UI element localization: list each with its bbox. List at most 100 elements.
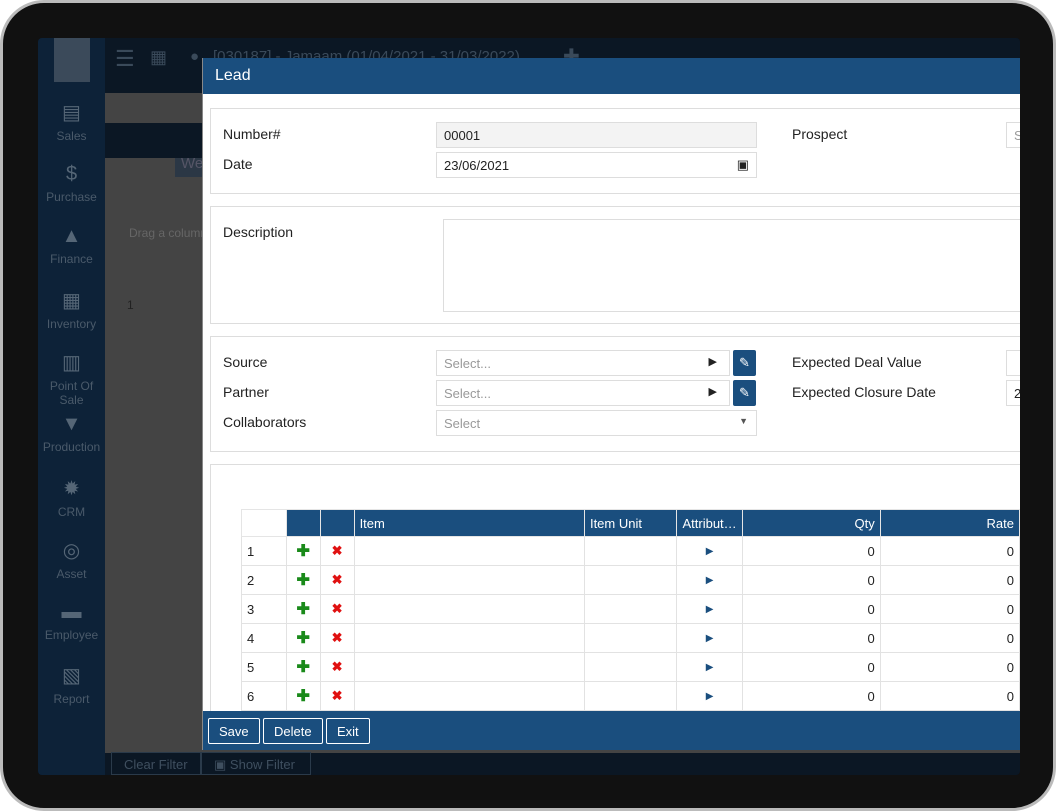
item-unit-cell[interactable] (583, 623, 678, 653)
delete-row-icon[interactable]: ✖ (319, 681, 355, 711)
sidebar-item-inventory[interactable]: ▦ Inventory (38, 288, 105, 331)
rate-cell[interactable]: 0 (879, 652, 1020, 682)
qty-cell[interactable]: 0 (741, 623, 881, 653)
qty-cell[interactable]: 0 (741, 594, 881, 624)
column-header-qty[interactable]: Qty (741, 509, 881, 537)
rate-cell[interactable]: 0 (879, 565, 1020, 595)
delete-row-icon[interactable]: ✖ (319, 536, 355, 566)
sidebar-item-employee[interactable]: ▬ Employee (38, 601, 105, 642)
item-unit-cell[interactable] (583, 536, 678, 566)
item-unit-cell[interactable] (583, 594, 678, 624)
deal-value-field[interactable] (1006, 350, 1020, 376)
clear-filter-button[interactable]: Clear Filter (111, 752, 201, 775)
delete-row-icon[interactable]: ✖ (319, 565, 355, 595)
item-unit-cell[interactable] (583, 565, 678, 595)
source-select[interactable]: Select... ▶ (436, 350, 730, 376)
add-row-icon[interactable]: ✚ (285, 536, 321, 566)
exit-button[interactable]: Exit (326, 718, 370, 744)
date-field[interactable]: 23/06/2021 ▣ (436, 152, 757, 178)
add-row-icon[interactable]: ✚ (285, 565, 321, 595)
rate-cell[interactable]: 0 (879, 536, 1020, 566)
chevron-circle-icon[interactable]: ● (190, 48, 199, 65)
delete-button[interactable]: Delete (263, 718, 323, 744)
row-number: 5 (241, 652, 287, 682)
sidebar-item-crm[interactable]: ✹ CRM (38, 476, 105, 519)
add-row-icon[interactable]: ✚ (285, 594, 321, 624)
attribute-caret-icon[interactable]: ▶ (676, 623, 743, 653)
add-row-icon[interactable]: ✚ (285, 652, 321, 682)
sales-icon: ▤ (62, 102, 81, 124)
column-header-attribut[interactable]: Attribut… (676, 509, 743, 537)
rate-cell[interactable]: 0 (879, 594, 1020, 624)
add-row-icon[interactable]: ✚ (285, 623, 321, 653)
sidebar-item-report[interactable]: ▧ Report (38, 663, 105, 706)
pencil-icon: ✎ (739, 355, 750, 370)
item-cell[interactable] (353, 681, 585, 711)
item-cell[interactable] (353, 623, 585, 653)
sidebar-item-label: Finance (50, 252, 93, 267)
rate-cell[interactable]: 0 (879, 623, 1020, 653)
save-button[interactable]: Save (208, 718, 260, 744)
item-unit-cell[interactable] (583, 652, 678, 682)
show-filter-button[interactable]: ▣ Show Filter (201, 752, 311, 775)
rate-cell[interactable]: 0 (879, 681, 1020, 711)
item-cell[interactable] (353, 652, 585, 682)
add-row-icon[interactable]: ✚ (285, 681, 321, 711)
attribute-caret-icon[interactable]: ▶ (676, 536, 743, 566)
attribute-caret-icon[interactable]: ▶ (676, 565, 743, 595)
column-header-item[interactable]: Item (353, 509, 585, 537)
screen: ▤ Sales $ Purchase ▲ Finance ▦ Inventory ▥ Point … (38, 38, 1020, 775)
app-logo (54, 38, 90, 82)
source-edit-button[interactable]: ✎ (733, 350, 756, 376)
sidebar-item-point-of-sale[interactable]: ▥ Point Of Sale (38, 350, 105, 407)
employee-icon: ▬ (61, 600, 82, 623)
caret-right-icon: ▶ (708, 386, 717, 398)
calendar-icon[interactable]: ▣ (737, 157, 749, 173)
column-header-blank[interactable] (285, 509, 321, 537)
row-number: 6 (241, 681, 287, 711)
delete-row-icon[interactable]: ✖ (319, 594, 355, 624)
collaborators-select[interactable]: Select ▼ (436, 410, 757, 436)
qty-cell[interactable]: 0 (741, 652, 881, 682)
description-textarea[interactable] (443, 219, 1020, 312)
attribute-caret-icon[interactable]: ▶ (676, 681, 743, 711)
sidebar-item-finance[interactable]: ▲ Finance (38, 225, 105, 266)
delete-row-icon[interactable]: ✖ (319, 652, 355, 682)
menu-icon[interactable]: ☰ (115, 46, 135, 72)
sidebar-item-asset[interactable]: ◎ Asset (38, 538, 105, 581)
attribute-caret-icon[interactable]: ▶ (676, 652, 743, 682)
attribute-caret-icon[interactable]: ▶ (676, 594, 743, 624)
row-number: 1 (241, 536, 287, 566)
column-header-itemunit[interactable]: Item Unit (583, 509, 678, 537)
item-cell[interactable] (353, 565, 585, 595)
sidebar-item-label: CRM (57, 504, 86, 519)
item-cell[interactable] (353, 536, 585, 566)
delete-row-icon[interactable]: ✖ (319, 623, 355, 653)
partner-select[interactable]: Select... ▶ (436, 380, 730, 406)
qty-cell[interactable]: 0 (741, 536, 881, 566)
partner-edit-button[interactable]: ✎ (733, 380, 756, 406)
partner-placeholder: Select... (444, 386, 491, 401)
sidebar-item-sales[interactable]: ▤ Sales (38, 100, 105, 143)
qty-cell[interactable]: 0 (741, 565, 881, 595)
closure-date-field[interactable]: 2 (1006, 380, 1020, 406)
calendar-icon[interactable]: ▦ (150, 47, 167, 68)
item-unit-cell[interactable] (583, 681, 678, 711)
column-header-rate[interactable]: Rate (879, 509, 1020, 537)
dialog-footer: Save Delete Exit (203, 711, 1020, 750)
item-cell[interactable] (353, 594, 585, 624)
prospect-select[interactable]: S (1006, 122, 1020, 148)
lead-dialog: Lead Number# 00001 Date 23/06/2021 ▣ Pros… (202, 58, 1020, 750)
column-header-blank[interactable] (319, 509, 355, 537)
number-field[interactable]: 00001 (436, 122, 757, 148)
items-table: Item Item Unit Attribut… Qty Rate 1 ✚ ✖ ▶ 0 … (241, 509, 1020, 740)
qty-cell[interactable]: 0 (741, 681, 881, 711)
table-row: 4 ✚ ✖ ▶ 0 0 (241, 623, 1020, 653)
sidebar-item-label: Purchase (46, 189, 97, 204)
sidebar-item-production[interactable]: ▼ Production (38, 413, 105, 454)
closure-date-label: Expected Closure Date (792, 384, 936, 400)
source-placeholder: Select... (444, 356, 491, 371)
column-header-blank[interactable] (241, 509, 287, 537)
grid-hint: Drag a column (129, 226, 208, 240)
sidebar-item-purchase[interactable]: $ Purchase (38, 163, 105, 204)
